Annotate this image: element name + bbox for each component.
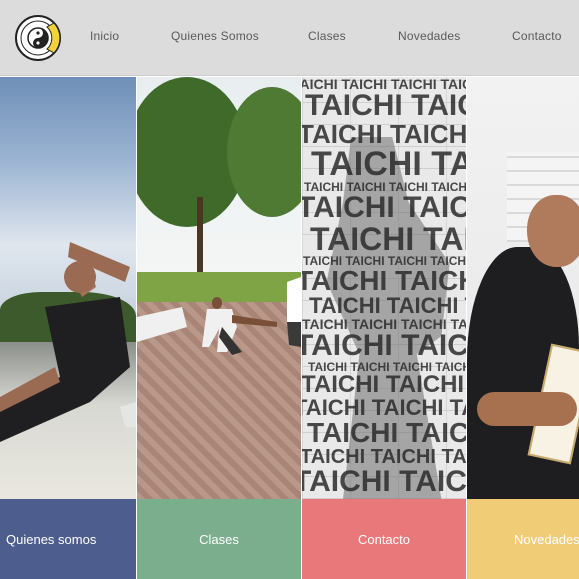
taichi-text-line: TAICHI TAICHI TAICHI TAICHI bbox=[302, 446, 466, 468]
panel-photo-quienes-somos bbox=[0, 77, 136, 499]
nav-item-quienes-somos[interactable]: Quienes Somos bbox=[171, 29, 259, 43]
panel-label-contacto[interactable]: Contacto bbox=[302, 499, 466, 579]
main-nav: Inicio Quienes Somos Clases Novedades Co… bbox=[0, 29, 579, 47]
site-header: Inicio Quienes Somos Clases Novedades Co… bbox=[0, 0, 579, 76]
martial-artist-figure bbox=[0, 242, 136, 442]
feature-panels: Quienes somos Clases AICHI TAICHI TAICHI… bbox=[0, 77, 579, 579]
page: Inicio Quienes Somos Clases Novedades Co… bbox=[0, 0, 579, 579]
taichi-text-line: TAICHI TAICHI TAICHI TAICHI bbox=[302, 395, 466, 420]
panel-quienes-somos[interactable]: Quienes somos bbox=[0, 77, 136, 579]
panel-photo-novedades bbox=[467, 77, 579, 499]
taichi-text-line: TAICHI TAICHI TAICHI TAICHI bbox=[302, 465, 466, 498]
panel-photo-contacto: TAICHI TAICHI TAICHI TAICHI TAICHI TAICH… bbox=[302, 77, 466, 499]
nav-item-inicio[interactable]: Inicio bbox=[90, 29, 119, 43]
panel-contacto[interactable]: TAICHI TAICHI TAICHI TAICHI TAICHI TAICH… bbox=[302, 77, 466, 579]
students-figures bbox=[137, 277, 301, 355]
taichi-text-line: TAICHI TAICHI TAICHI TAICHI bbox=[310, 221, 466, 257]
taichi-text-line: TAICHI TAICHI TAICHI TAICHI bbox=[302, 329, 466, 362]
instructor-head bbox=[527, 195, 579, 267]
taichi-text-line: TAICHI TAICHI TAICHI TAICHI bbox=[302, 265, 466, 296]
taichi-text-line: TAICHI TAICHI TAICHI TAICHI bbox=[302, 191, 466, 224]
nav-item-contacto[interactable]: Contacto bbox=[512, 29, 562, 43]
taichi-text-line: TAICHI TAICHI TAICHI TAICHI bbox=[305, 89, 466, 122]
taichi-typography: TAICHI TAICHI TAICHI TAICHI TAICHI TAICH… bbox=[302, 77, 466, 499]
panel-photo-clases bbox=[137, 77, 301, 499]
panel-clases[interactable]: Clases bbox=[137, 77, 301, 579]
panel-novedades[interactable]: Novedades bbox=[467, 77, 579, 579]
panel-label-clases[interactable]: Clases bbox=[137, 499, 301, 579]
panel-label-novedades[interactable]: Novedades bbox=[467, 499, 579, 579]
nav-item-novedades[interactable]: Novedades bbox=[398, 29, 461, 43]
taichi-text-line: TAICHI TAICHI TAICHI TAICHI bbox=[307, 417, 466, 448]
taichi-text-line: TAICHI TAICHI TAICHI TAICHI bbox=[302, 119, 466, 149]
panel-label-quienes-somos[interactable]: Quienes somos bbox=[0, 499, 136, 579]
taichi-text-line: TAICHI TAICHI TAICHI TAICHI bbox=[311, 145, 466, 183]
instructor-arm bbox=[477, 392, 577, 426]
taichi-text-line: TAICHI TAICHI TAICHI TAICHI bbox=[309, 293, 466, 318]
taichi-text-line: TAICHI TAICHI TAICHI TAICHI bbox=[302, 371, 466, 398]
nav-item-clases[interactable]: Clases bbox=[308, 29, 346, 43]
